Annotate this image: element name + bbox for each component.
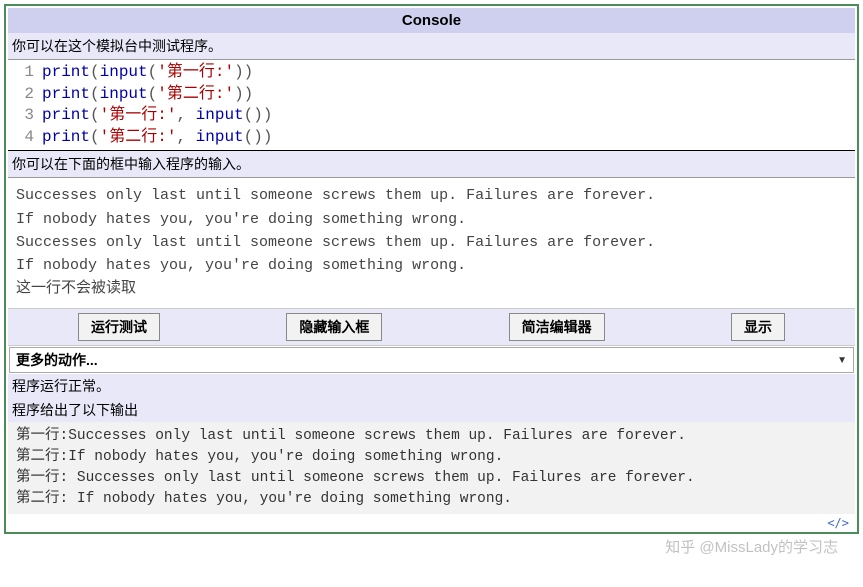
output-line: 第一行:Successes only last until someone sc… [16, 426, 847, 447]
title-bar: Console [8, 8, 855, 33]
code-line: 1print(input('第一行:')) [8, 62, 855, 84]
code-line: 4print('第二行:', input()) [8, 127, 855, 149]
output-line: 第二行: If nobody hates you, you're doing s… [16, 489, 847, 510]
code-editor[interactable]: 1print(input('第一行:'))2print(input('第二行:'… [8, 60, 855, 151]
code-text: print(input('第二行:')) [42, 84, 855, 106]
status-output-label: 程序给出了以下输出 [8, 398, 855, 422]
output-area: 第一行:Successes only last until someone sc… [8, 422, 855, 514]
input-area[interactable]: Successes only last until someone screws… [8, 178, 855, 308]
output-line: 第二行:If nobody hates you, you're doing so… [16, 447, 847, 468]
input-line: If nobody hates you, you're doing someth… [16, 254, 847, 277]
line-number: 4 [8, 127, 42, 149]
chevron-down-icon: ▼ [837, 355, 847, 366]
simple-editor-button[interactable]: 简洁编辑器 [509, 313, 605, 341]
console-panel: Console 你可以在这个模拟台中测试程序。 1print(input('第一… [4, 4, 859, 534]
status-ok: 程序运行正常。 [8, 374, 855, 398]
code-line: 3print('第一行:', input()) [8, 105, 855, 127]
output-line: 第一行: Successes only last until someone s… [16, 468, 847, 489]
code-text: print('第二行:', input()) [42, 127, 855, 149]
code-text: print(input('第一行:')) [42, 62, 855, 84]
input-line: If nobody hates you, you're doing someth… [16, 208, 847, 231]
line-number: 3 [8, 105, 42, 127]
code-text: print('第一行:', input()) [42, 105, 855, 127]
code-line: 2print(input('第二行:')) [8, 84, 855, 106]
more-actions-dropdown[interactable]: 更多的动作... ▼ [9, 347, 854, 373]
show-button[interactable]: 显示 [731, 313, 785, 341]
dropdown-label: 更多的动作... [16, 350, 98, 370]
code-icon[interactable]: </> [8, 514, 855, 530]
desc-test: 你可以在这个模拟台中测试程序。 [8, 33, 855, 60]
input-line: Successes only last until someone screws… [16, 184, 847, 207]
line-number: 1 [8, 62, 42, 84]
hide-input-button[interactable]: 隐藏输入框 [286, 313, 382, 341]
input-line: Successes only last until someone screws… [16, 231, 847, 254]
input-line: 这一行不会被读取 [16, 277, 847, 300]
desc-input: 你可以在下面的框中输入程序的输入。 [8, 151, 855, 178]
run-button[interactable]: 运行测试 [78, 313, 160, 341]
button-row: 运行测试 隐藏输入框 简洁编辑器 显示 [8, 308, 855, 346]
line-number: 2 [8, 84, 42, 106]
watermark: 知乎 @MissLady的学习志 [665, 536, 838, 557]
